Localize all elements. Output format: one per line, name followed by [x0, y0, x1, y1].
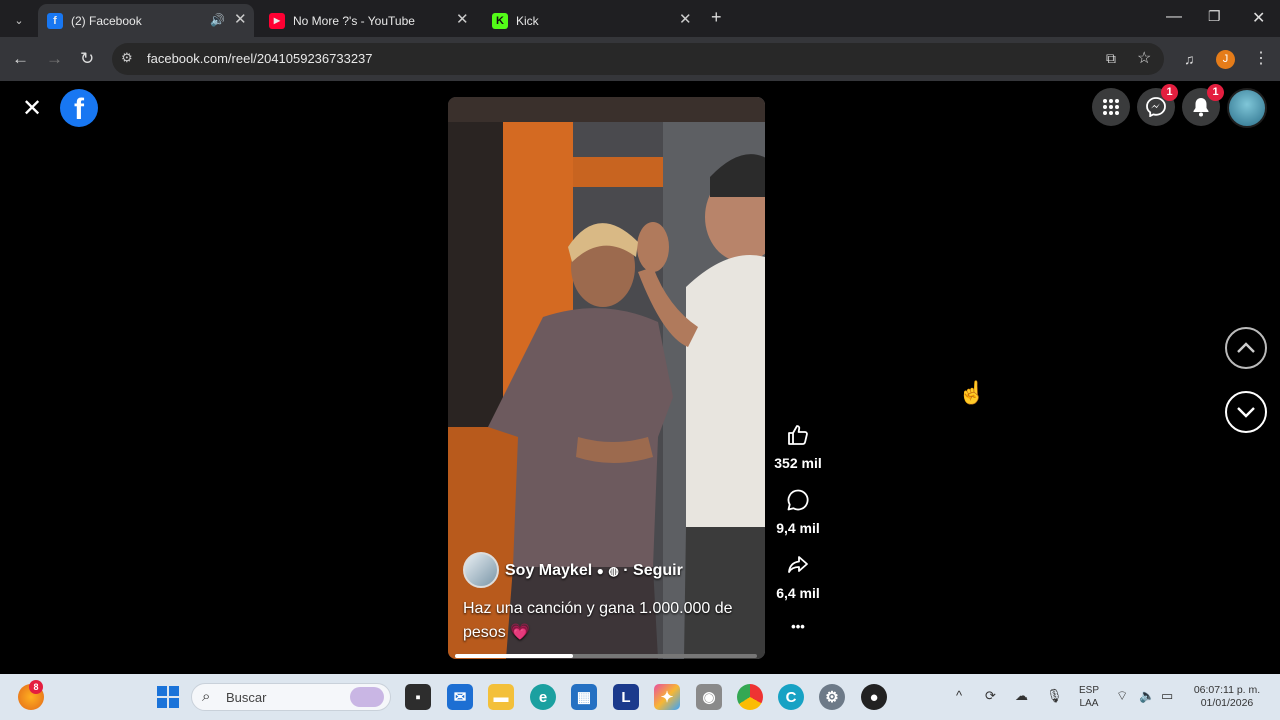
more-options-icon[interactable]: •••: [768, 619, 828, 634]
edge-icon[interactable]: e: [530, 684, 556, 710]
tab-label: (2) Facebook: [71, 13, 142, 28]
likes-count: 352 mil: [774, 455, 822, 471]
search-highlight-image: [350, 687, 384, 707]
video-progress-fill: [455, 654, 573, 658]
new-tab-icon[interactable]: +: [711, 7, 722, 28]
video-progress-bar[interactable]: [455, 654, 757, 658]
kick-favicon-icon: K: [492, 12, 508, 29]
tab-strip: ⌄ f (2) Facebook 🔊 ✕ ▶ No More ?'s - You…: [0, 0, 1280, 37]
tab-search-button[interactable]: ⌄: [8, 4, 30, 37]
fb-profile-avatar[interactable]: [1227, 88, 1267, 128]
settings-gear-icon[interactable]: ⚙: [819, 684, 845, 710]
facebook-favicon-icon: f: [47, 12, 63, 29]
youtube-favicon-icon: ▶: [269, 12, 285, 29]
language-indicator[interactable]: ESP LAA: [1076, 684, 1102, 710]
author-line: Soy Maykel ● ◍ · Seguir: [505, 562, 683, 580]
wifi-icon[interactable]: ⌔: [1116, 688, 1128, 704]
weather-badge: 8: [29, 680, 43, 694]
menu-grid-icon[interactable]: [1092, 88, 1130, 126]
microphone-icon[interactable]: 🎙: [1046, 688, 1063, 704]
author-name[interactable]: Soy Maykel: [505, 562, 592, 579]
notifications-badge: 1: [1207, 84, 1224, 101]
reel-video[interactable]: Soy Maykel ● ◍ · Seguir Haz una canción …: [448, 97, 765, 659]
app-l-icon[interactable]: L: [613, 684, 639, 710]
taskbar-search-input[interactable]: ⌕ Buscar: [191, 683, 391, 711]
minimize-icon[interactable]: —: [1166, 8, 1182, 26]
tab-kick[interactable]: K Kick ✕: [486, 4, 702, 37]
media-control-icon[interactable]: ♫: [1184, 49, 1195, 69]
browser-menu-icon[interactable]: ⋮: [1253, 49, 1269, 69]
previous-reel-icon[interactable]: [1225, 327, 1267, 369]
show-hidden-icons-icon[interactable]: ^: [956, 688, 962, 703]
tab-label: No More ?'s - YouTube: [293, 13, 415, 28]
share-arrow-icon[interactable]: [768, 553, 828, 583]
facebook-logo[interactable]: f: [60, 89, 98, 127]
network-status-icon[interactable]: ☁: [1015, 688, 1028, 704]
share-action[interactable]: 6,4 mil: [768, 553, 828, 601]
copilot-icon[interactable]: ✦: [654, 684, 680, 710]
vpn-app-icon[interactable]: ◉: [696, 684, 722, 710]
shares-count: 6,4 mil: [776, 585, 820, 601]
clock-time: 06:07:11 p. m.: [1193, 684, 1261, 696]
close-reel-icon[interactable]: ✕: [22, 94, 42, 123]
recorder-icon[interactable]: ●: [861, 684, 887, 710]
tab-label: Kick: [516, 13, 539, 28]
hand-cursor-icon: ☝: [958, 380, 986, 405]
site-info-icon[interactable]: ⚙: [121, 50, 133, 66]
file-explorer-icon[interactable]: ▬: [488, 684, 514, 710]
browser-toolbar: ← → ↻ ⚙ facebook.com/reel/20410592367332…: [0, 37, 1280, 81]
install-app-icon[interactable]: ⧉: [1106, 50, 1116, 67]
url-text: facebook.com/reel/2041059236733237: [147, 51, 373, 66]
start-windows-icon[interactable]: [155, 684, 181, 710]
keyboard-layout: LAA: [1079, 698, 1099, 709]
clock[interactable]: 06:07:11 p. m. 01/01/2026: [1188, 684, 1266, 710]
back-icon[interactable]: ←: [12, 49, 29, 69]
comment-bubble-icon[interactable]: [768, 488, 828, 518]
restore-icon[interactable]: ❐: [1208, 8, 1221, 25]
speaker-icon[interactable]: 🔊: [210, 13, 225, 27]
clock-date: 01/01/2026: [1200, 697, 1254, 709]
comments-count: 9,4 mil: [776, 520, 820, 536]
messenger-badge: 1: [1161, 84, 1178, 101]
close-tab-icon[interactable]: ✕: [679, 12, 692, 28]
like-action[interactable]: 352 mil: [768, 423, 828, 471]
capcut-icon[interactable]: C: [778, 684, 804, 710]
tab-facebook[interactable]: f (2) Facebook 🔊 ✕: [38, 4, 254, 37]
separator-dot: ·: [623, 562, 629, 579]
screen: ⌄ f (2) Facebook 🔊 ✕ ▶ No More ?'s - You…: [0, 0, 1280, 720]
sync-icon[interactable]: ⟳: [985, 688, 996, 704]
search-icon: ⌕: [202, 688, 211, 705]
battery-icon[interactable]: ▭: [1161, 688, 1173, 704]
volume-icon[interactable]: 🔈: [1139, 688, 1155, 704]
window-close-icon[interactable]: ✕: [1252, 8, 1265, 28]
reload-icon[interactable]: ↻: [80, 49, 94, 69]
close-tab-icon[interactable]: ✕: [234, 12, 247, 28]
search-placeholder: Buscar: [226, 690, 267, 705]
reel-caption: Haz una canción y gana 1.000.000 de peso…: [463, 600, 733, 641]
store-icon[interactable]: ▦: [571, 684, 597, 710]
language-code: ESP: [1078, 685, 1099, 696]
forward-icon[interactable]: →: [46, 49, 63, 69]
profile-avatar[interactable]: J: [1216, 50, 1235, 69]
bookmark-star-icon[interactable]: ☆: [1137, 48, 1151, 68]
close-tab-icon[interactable]: ✕: [456, 12, 469, 28]
author-avatar[interactable]: [463, 552, 499, 588]
next-reel-icon[interactable]: [1225, 391, 1267, 433]
comment-action[interactable]: 9,4 mil: [768, 488, 828, 536]
verified-icon: ●: [596, 564, 604, 578]
outlook-icon[interactable]: ✉: [447, 684, 473, 710]
tab-youtube[interactable]: ▶ No More ?'s - YouTube ✕: [262, 4, 478, 37]
globe-icon: ◍: [608, 564, 619, 578]
chrome-icon[interactable]: [737, 684, 763, 710]
windows-taskbar: 8 ⌕ Buscar ▪ ✉ ▬ e ▦ L ✦ ◉ C ⚙ ● ^ ⟳ ☁ 🎙…: [0, 674, 1280, 720]
like-thumb-icon[interactable]: [768, 423, 828, 453]
address-bar[interactable]: ⚙ facebook.com/reel/2041059236733237 ⧉ ☆: [112, 43, 1164, 75]
follow-button[interactable]: Seguir: [633, 562, 683, 579]
task-view-icon[interactable]: ▪: [405, 684, 431, 710]
